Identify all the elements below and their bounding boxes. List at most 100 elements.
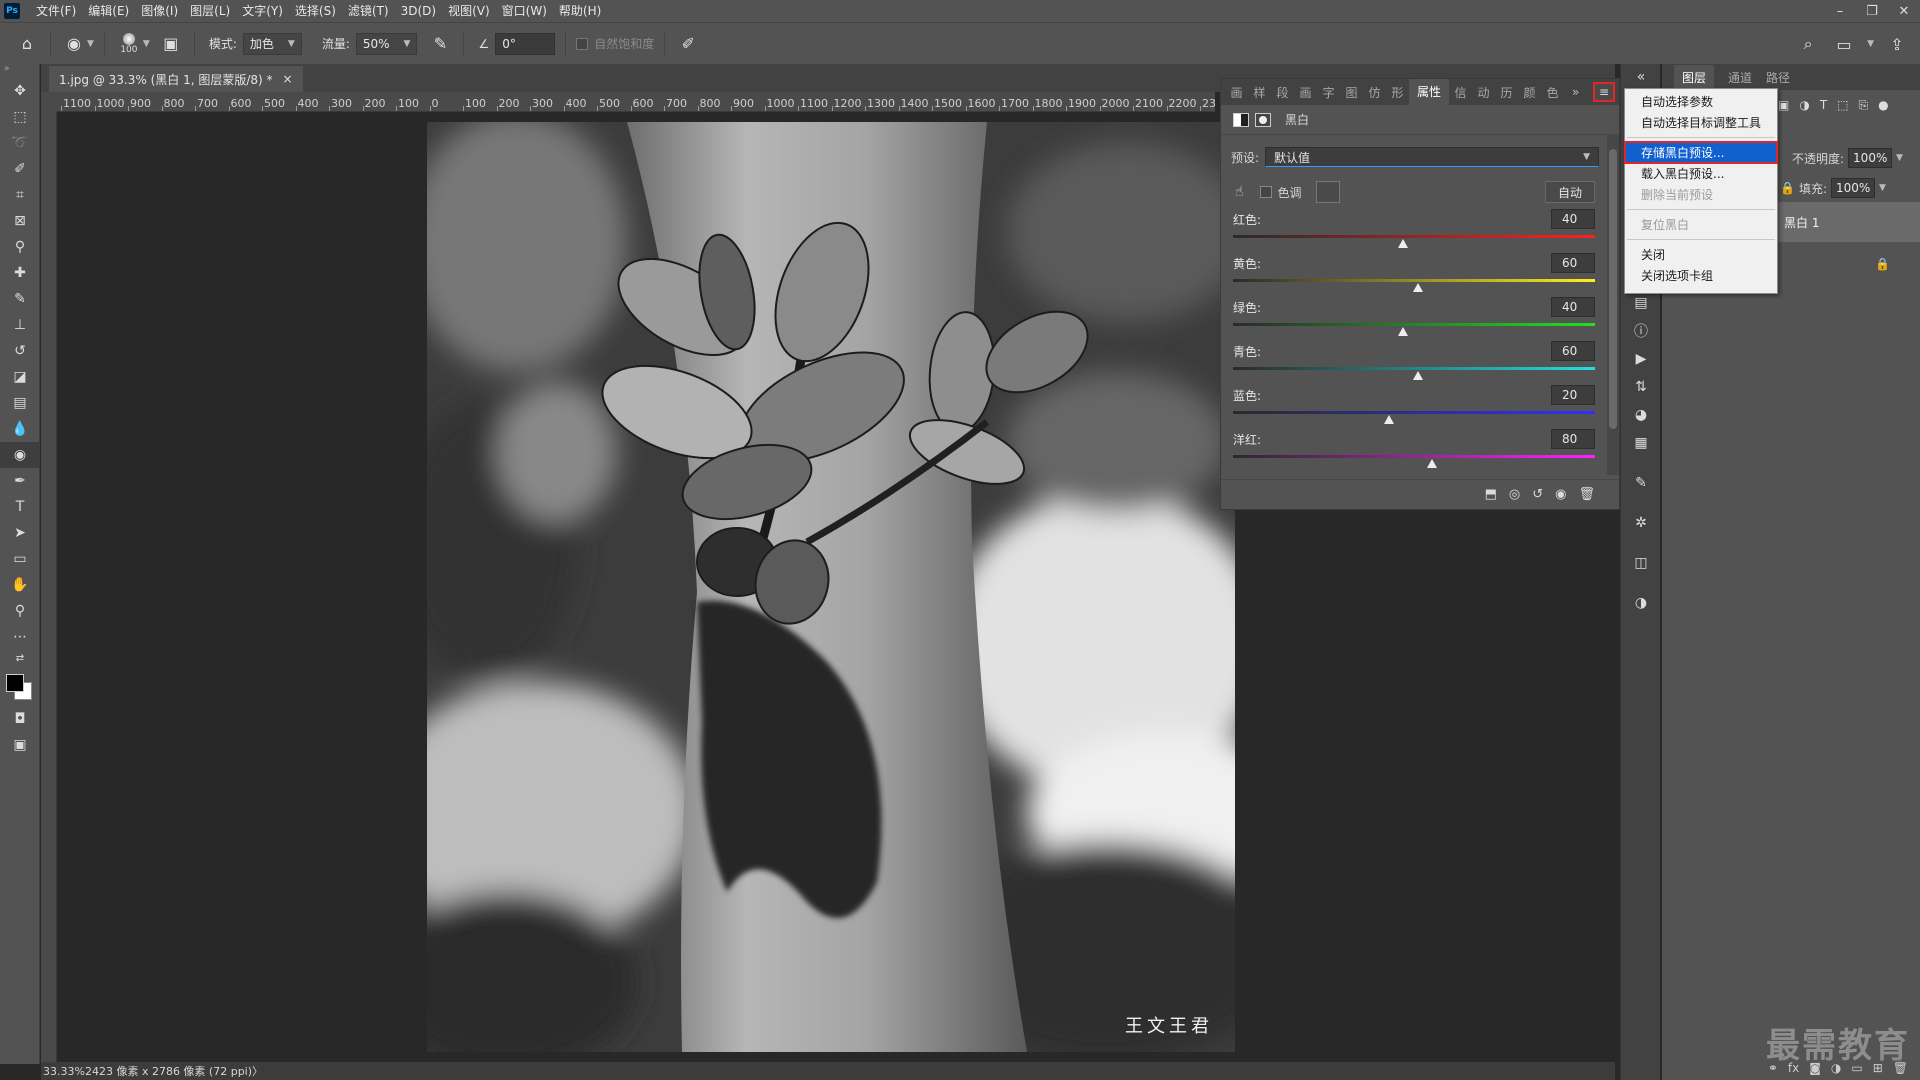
move-tool-icon[interactable]: ✥ — [0, 78, 40, 104]
flyout-menu-item[interactable]: 载入黑白预设... — [1625, 163, 1777, 184]
brush-tool-icon[interactable]: ✎ — [0, 286, 40, 312]
lock-icon[interactable]: 🔒 — [1780, 181, 1795, 195]
fill-input[interactable]: 100% — [1831, 178, 1875, 198]
notes-icon[interactable]: ✎ — [1621, 470, 1661, 496]
slider-value-input[interactable]: 80 — [1551, 429, 1595, 449]
slider-track[interactable] — [1233, 279, 1595, 282]
panel-tab[interactable]: 色 — [1541, 84, 1564, 101]
view-previous-icon[interactable]: ◎ — [1509, 487, 1520, 502]
swatches-grid-icon[interactable]: ▦ — [1621, 430, 1661, 456]
menu-item[interactable]: 滤镜(T) — [342, 0, 395, 22]
filter-adjustment-icon[interactable]: ◑ — [1799, 98, 1809, 112]
panel-tab[interactable]: 历 — [1495, 84, 1518, 101]
airbrush-icon[interactable]: ✎ — [427, 31, 453, 57]
screen-mode-icon[interactable]: ▣ — [0, 732, 40, 758]
swap-colors-icon[interactable]: ⇄ — [0, 650, 40, 666]
hand-tool-icon[interactable]: ✋ — [0, 572, 40, 598]
chevron-down-icon[interactable]: ▼ — [143, 39, 150, 49]
properties-scrollbar[interactable] — [1607, 135, 1619, 475]
canvas-area[interactable]: 王文王君 — [57, 112, 1235, 1062]
tab-layers[interactable]: 图层 — [1674, 65, 1715, 90]
actions-play-icon[interactable]: ▶ — [1621, 346, 1661, 372]
menu-item[interactable]: 窗口(W) — [496, 0, 553, 22]
menu-item[interactable]: 图像(I) — [135, 0, 184, 22]
filter-shape-icon[interactable]: ⬚ — [1837, 98, 1848, 112]
opacity-input[interactable]: 100% — [1848, 148, 1893, 168]
angle-input[interactable]: 0° — [495, 32, 556, 55]
slider-track[interactable] — [1233, 235, 1595, 238]
slider-thumb[interactable] — [1398, 327, 1409, 336]
eraser-tool-icon[interactable]: ◪ — [0, 364, 40, 390]
panel-tab[interactable]: 样 — [1248, 84, 1271, 101]
preset-select[interactable]: 默认值 ▼ — [1265, 147, 1600, 167]
chevron-down-icon[interactable]: ▼ — [1867, 39, 1874, 49]
flyout-menu-item[interactable]: 自动选择目标调整工具 — [1625, 112, 1777, 133]
brush-settings-icon[interactable]: ▣ — [158, 31, 184, 57]
panel-tab[interactable]: 图 — [1340, 84, 1363, 101]
more-tools-icon[interactable]: ⋯ — [0, 624, 40, 650]
healing-tool-icon[interactable]: ✚ — [0, 260, 40, 286]
chevron-down-icon[interactable]: ▼ — [87, 39, 94, 49]
pen-tool-icon[interactable]: ✒ — [0, 468, 40, 494]
saturation-checkbox[interactable] — [576, 37, 589, 50]
panel-tab[interactable]: 画 — [1225, 84, 1248, 101]
slider-thumb[interactable] — [1412, 283, 1423, 292]
slider-track[interactable] — [1233, 367, 1595, 370]
filter-image-icon[interactable]: ▣ — [1778, 98, 1789, 112]
stamp-tool-icon[interactable]: ⊥ — [0, 312, 40, 338]
color-icon[interactable]: ◕ — [1621, 402, 1661, 428]
collapse-panels-icon[interactable]: « — [1621, 64, 1661, 90]
type-tool-icon[interactable]: T — [0, 494, 40, 520]
restore-button[interactable]: ❐ — [1856, 0, 1888, 22]
reset-icon[interactable]: ↺ — [1532, 487, 1543, 502]
flow-select[interactable]: 50% ▼ — [355, 32, 418, 55]
flyout-menu-item[interactable]: 关闭选项卡组 — [1625, 265, 1777, 286]
rectangle-tool-icon[interactable]: ▭ — [0, 546, 40, 572]
eyedropper-tool-icon[interactable]: ⚲ — [0, 234, 40, 260]
tab-properties[interactable]: 属性 — [1409, 79, 1449, 105]
slider-thumb[interactable] — [1412, 371, 1423, 380]
adjustments-icon[interactable]: ◑ — [1621, 590, 1661, 616]
flyout-menu-item[interactable]: 关闭 — [1625, 244, 1777, 265]
mask-icon[interactable] — [1255, 112, 1271, 127]
flyout-menu-item[interactable]: 自动选择参数 — [1625, 91, 1777, 112]
quick-select-tool-icon[interactable]: ✐ — [0, 156, 40, 182]
chevron-down-icon[interactable]: ▼ — [1896, 153, 1903, 163]
info-icon[interactable]: ⓘ — [1621, 318, 1661, 344]
zoom-tool-icon[interactable]: ⚲ — [0, 598, 40, 624]
mode-select[interactable]: 加色 ▼ — [242, 32, 302, 55]
glyphs-icon[interactable]: ◫ — [1621, 550, 1661, 576]
adjustment-icon[interactable] — [1233, 112, 1249, 127]
tint-color-swatch[interactable] — [1315, 181, 1340, 203]
slider-thumb[interactable] — [1427, 459, 1438, 468]
slider-thumb[interactable] — [1383, 415, 1394, 424]
layers-panel-tab[interactable]: 通道 — [1728, 69, 1752, 90]
filter-toggle-icon[interactable]: ● — [1878, 98, 1888, 112]
home-icon[interactable]: ⌂ — [14, 31, 40, 57]
trash-icon[interactable]: 🗑 — [1578, 487, 1595, 502]
slider-track[interactable] — [1233, 411, 1595, 414]
filter-smart-icon[interactable]: ⎘ — [1859, 98, 1869, 113]
minimize-button[interactable]: – — [1824, 0, 1856, 22]
slider-value-input[interactable]: 20 — [1551, 385, 1595, 405]
brush-picker[interactable]: 100 — [115, 32, 143, 55]
more-panels-icon[interactable]: » — [1572, 85, 1579, 99]
search-icon[interactable]: ⌕ — [1795, 31, 1821, 57]
panel-tab[interactable]: 形 — [1386, 84, 1409, 101]
clip-to-layer-icon[interactable]: ⬒ — [1485, 487, 1497, 502]
menu-item[interactable]: 视图(V) — [442, 0, 496, 22]
share-icon[interactable]: ⇪ — [1884, 31, 1910, 57]
slider-value-input[interactable]: 40 — [1551, 297, 1595, 317]
panel-menu-button[interactable]: ≡ — [1593, 82, 1615, 102]
slider-track[interactable] — [1233, 455, 1595, 458]
menu-item[interactable]: 选择(S) — [289, 0, 342, 22]
panel-tab[interactable]: 信 — [1449, 84, 1472, 101]
zoom-level[interactable]: 33.33% — [43, 1065, 85, 1078]
save-preset-menu-item[interactable]: 存储黑白预设... — [1624, 141, 1778, 164]
visibility-eye-icon[interactable]: ◉ — [1555, 487, 1566, 502]
collapse-icon[interactable]: » — [0, 64, 39, 78]
panel-tab[interactable]: 段 — [1271, 84, 1294, 101]
panel-tab[interactable]: 字 — [1317, 84, 1340, 101]
workspace-icon[interactable]: ▭ — [1831, 31, 1857, 57]
history-icon[interactable]: ⇅ — [1621, 374, 1661, 400]
